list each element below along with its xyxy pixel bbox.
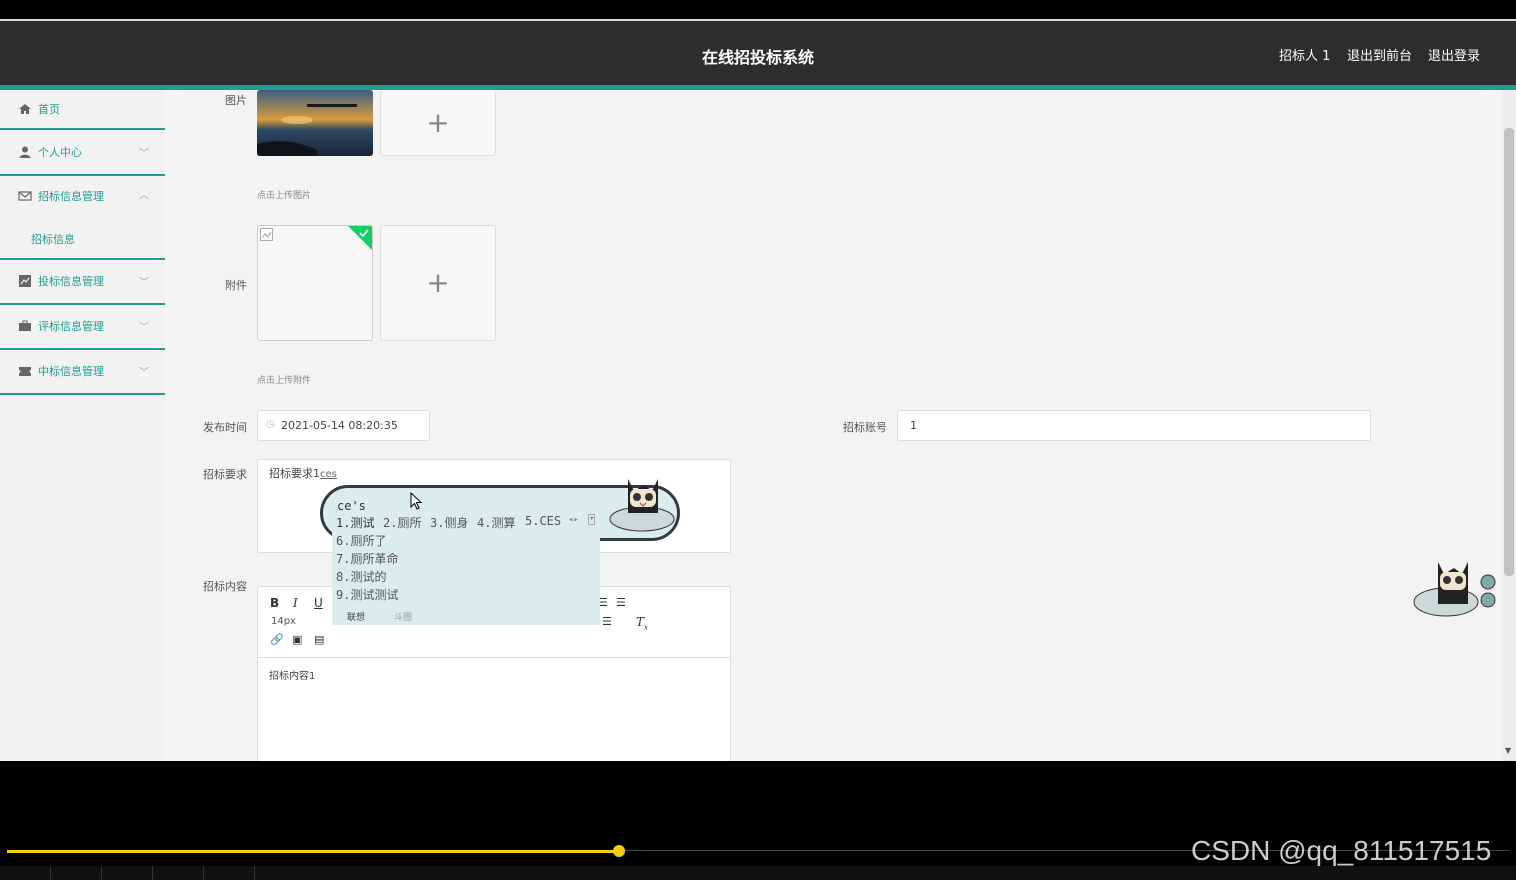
sidebar-subitem-tender-info[interactable]: 招标信息 [31, 231, 75, 247]
image-upload-hint: 点击上传图片 [257, 191, 312, 201]
sidebar-item-home[interactable]: 首页 [0, 90, 165, 130]
ime-candidate-4[interactable]: 4.测算 [477, 514, 515, 531]
player-controls-strip [0, 866, 1516, 880]
ime-candidate-5[interactable]: 5.CES [525, 514, 561, 528]
font-size-select[interactable]: 14px [271, 616, 296, 627]
tender-account-input[interactable]: 1 [897, 410, 1371, 441]
csdn-watermark: CSDN @qq_811517515 [1191, 835, 1492, 866]
image-label: 图片 [225, 94, 247, 107]
ime-candidate-2[interactable]: 2.厕所 [383, 514, 421, 531]
ime-mascot-cat-icon [609, 479, 675, 532]
requirement-label: 招标要求 [203, 468, 247, 481]
attachment-upload-hint: 点击上传附件 [257, 376, 312, 386]
ime-tab-sticker[interactable]: 斗图 [394, 610, 412, 623]
underline-icon[interactable]: U [314, 596, 323, 610]
ime-composition: ce's [337, 499, 366, 513]
ime-candidate-list[interactable]: 1.测试 2.厕所 3.侧身 4.测算 5.CES ◂▸ ▾ 6.厕所了 7.厕… [332, 513, 600, 625]
ime-candidate-9[interactable]: 9.测试测试 [336, 586, 398, 603]
chevron-down-icon: ﹀ [139, 367, 149, 379]
image-icon[interactable]: ▣ [292, 633, 302, 646]
sidebar-item-personal-center[interactable]: 个人中心 ﹀ [0, 130, 165, 176]
ticket-icon [19, 367, 31, 376]
plus-icon: + [426, 266, 450, 299]
sidebar-item-label: 中标信息管理 [38, 365, 104, 378]
ime-candidate-3[interactable]: 3.侧身 [430, 514, 468, 531]
ime-expand-icon[interactable]: ▾ [588, 514, 596, 525]
sidebar-item-label: 投标信息管理 [38, 275, 104, 288]
bold-icon[interactable]: B [270, 596, 279, 610]
video-progress-played[interactable] [7, 850, 619, 853]
home-icon [19, 104, 31, 114]
plus-icon: + [426, 105, 450, 139]
logout-link[interactable]: 退出登录 [1428, 45, 1480, 64]
sidebar-item-award-management[interactable]: 中标信息管理 ﹀ [0, 349, 165, 395]
tender-account-value: 1 [910, 419, 917, 432]
tender-account-label: 招标账号 [843, 421, 887, 434]
chart-icon [19, 275, 31, 287]
publish-time-label: 发布时间 [203, 421, 247, 434]
chevron-down-icon: ﹀ [139, 277, 149, 289]
ime-candidate-8[interactable]: 8.测试的 [336, 568, 386, 585]
sidebar-item-bid-management[interactable]: 投标信息管理 ﹀ [0, 259, 165, 305]
ime-candidate-1[interactable]: 1.测试 [336, 514, 374, 531]
italic-icon[interactable]: I [293, 596, 298, 610]
ime-candidate-6[interactable]: 6.厕所了 [336, 532, 386, 549]
sidebar-item-evaluation-management[interactable]: 评标信息管理 ﹀ [0, 304, 165, 350]
attachment-label: 附件 [225, 279, 247, 292]
current-user[interactable]: 招标人 1 [1279, 45, 1330, 64]
clear-format-icon[interactable]: Tx [636, 615, 648, 631]
ime-page-arrows-icon[interactable]: ◂▸ [568, 515, 579, 525]
content-value: 招标内容1 [269, 671, 316, 682]
link-icon[interactable]: 🔗 [270, 633, 284, 646]
sidebar: 首页 个人中心 ﹀ 招标信息管理 ︿ 招标信息 投标信息管理 ﹀ 评标信息管理 … [0, 90, 165, 761]
floating-mascot-cat-icon [1413, 562, 1496, 617]
briefcase-icon [19, 320, 31, 331]
sidebar-item-label: 评标信息管理 [38, 320, 104, 333]
upload-success-check-icon [348, 226, 372, 250]
exit-to-front-link[interactable]: 退出到前台 [1347, 45, 1412, 64]
user-icon [19, 146, 31, 158]
ime-candidate-7[interactable]: 7.厕所革命 [336, 550, 398, 567]
requirement-value: 招标要求1ces [269, 467, 337, 480]
align-right-icon[interactable]: ☰ [602, 615, 612, 628]
sidebar-item-label: 首页 [38, 103, 60, 116]
publish-time-value: 2021-05-14 08:20:35 [281, 419, 398, 432]
sidebar-item-label: 个人中心 [38, 146, 82, 159]
publish-time-picker[interactable]: ◷ 2021-05-14 08:20:35 [257, 410, 430, 441]
content-label: 招标内容 [203, 580, 247, 593]
scroll-down-arrow-icon[interactable]: ▼ [1505, 746, 1511, 755]
ime-tab-association[interactable]: 联想 [347, 610, 365, 623]
video-icon[interactable]: ▤ [314, 633, 324, 646]
video-progress-knob[interactable] [613, 845, 625, 857]
chevron-down-icon: ﹀ [139, 148, 149, 160]
mail-icon [18, 191, 32, 201]
broken-image-icon [260, 228, 273, 241]
chevron-up-icon: ︿ [139, 190, 149, 202]
add-image-button[interactable]: + [380, 90, 496, 156]
sidebar-item-tender-management[interactable]: 招标信息管理 ︿ [0, 176, 165, 260]
main-content: 图片 + 点击上传图片 附件 + 点击上传附件 发布时间 ◷ 2021-05-1… [165, 90, 1502, 761]
sunset-pier-image [257, 90, 373, 156]
scrollbar-thumb[interactable] [1504, 128, 1514, 576]
uploaded-attachment-thumbnail[interactable] [257, 225, 373, 341]
add-attachment-button[interactable]: + [380, 225, 496, 341]
uploaded-image-thumbnail[interactable] [257, 90, 373, 156]
sidebar-item-label: 招标信息管理 [38, 190, 104, 203]
indent-icon[interactable]: ☰ [616, 596, 626, 609]
form-card: 图片 + 点击上传图片 附件 + 点击上传附件 发布时间 ◷ 2021-05-1… [184, 90, 1482, 761]
mouse-cursor-icon [410, 492, 422, 510]
clock-icon: ◷ [266, 419, 275, 430]
chevron-down-icon: ﹀ [139, 322, 149, 334]
